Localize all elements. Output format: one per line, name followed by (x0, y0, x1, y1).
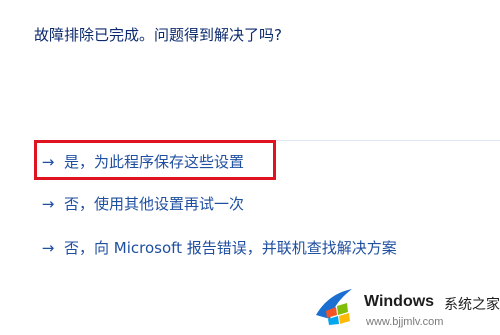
arrow-right-icon: → (41, 194, 55, 213)
windows-logo-icon (316, 289, 352, 325)
option-try-other-settings[interactable]: → 否，使用其他设置再试一次 (40, 193, 244, 214)
watermark-url: www.bjjmlv.com (366, 316, 444, 328)
option-label: 是，为此程序保存这些设置 (64, 153, 245, 171)
option-label: 否，使用其他设置再试一次 (64, 195, 245, 213)
page-title: 故障排除已完成。问题得到解决了吗? (34, 26, 282, 44)
watermark: Windows 系统之家 www.bjjmlv.com (308, 283, 500, 335)
option-save-settings[interactable]: → 是，为此程序保存这些设置 (40, 151, 244, 172)
watermark-title: Windows (364, 293, 435, 310)
arrow-right-icon: → (41, 152, 55, 171)
option-report-to-microsoft[interactable]: → 否，向 Microsoft 报告错误，并联机查找解决方案 (40, 237, 397, 258)
option-label: 否，向 Microsoft 报告错误，并联机查找解决方案 (64, 239, 397, 257)
arrow-right-icon: → (41, 238, 55, 257)
watermark-site-name: 系统之家 (444, 297, 500, 313)
